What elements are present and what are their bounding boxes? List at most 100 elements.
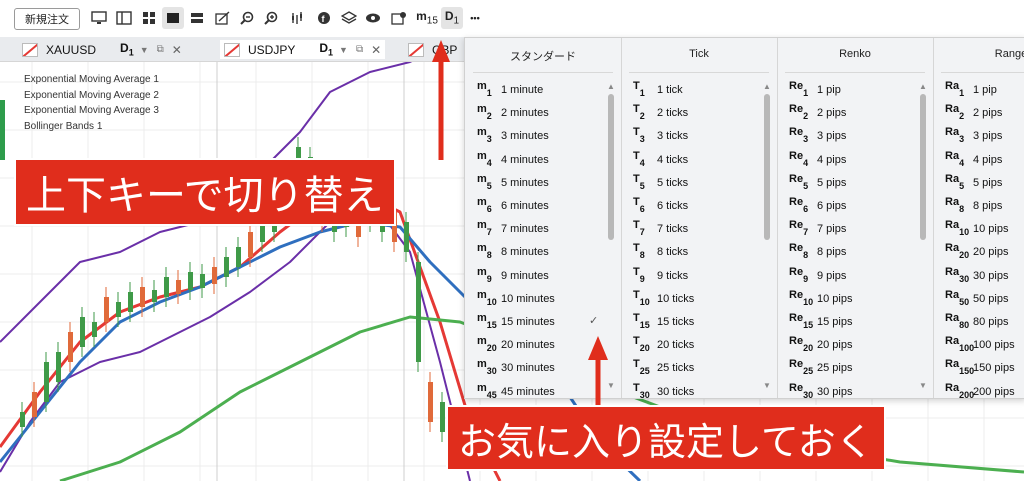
settings-icon[interactable] <box>388 7 410 29</box>
scroll-down-icon[interactable]: ▼ <box>763 381 771 390</box>
timeframe-option[interactable]: Ra80 80 pips <box>945 312 1008 332</box>
timeframe-option[interactable]: Ra150 150 pips <box>945 358 1015 378</box>
scroll-up-icon[interactable]: ▲ <box>919 82 927 91</box>
timeframe-option[interactable]: T3 3 ticks <box>633 126 688 146</box>
timeframe-option[interactable]: T8 8 ticks <box>633 242 688 262</box>
timeframe-option[interactable]: Re6 6 pips <box>789 196 846 216</box>
timeframe-option[interactable]: m3 3 minutes <box>477 126 549 146</box>
tab-usdjpy[interactable]: USDJPY D1 ▼ ⧉ ✕ <box>220 40 386 59</box>
timeframe-option[interactable]: Ra200 200 pips <box>945 382 1015 399</box>
timeframe-option[interactable]: Ra10 10 pips <box>945 219 1008 239</box>
timeframe-option[interactable]: Ra30 30 pips <box>945 266 1008 286</box>
timeframe-option[interactable]: Ra100 100 pips <box>945 335 1015 355</box>
popout-icon[interactable]: ⧉ <box>157 44 164 55</box>
timeframe-option[interactable]: m45 45 minutes <box>477 382 555 399</box>
popout-icon[interactable]: ⧉ <box>356 44 363 55</box>
indicator-ema-1[interactable]: Exponential Moving Average 1 <box>24 72 159 88</box>
timeframe-option[interactable]: m15 15 minutes <box>477 312 555 332</box>
timeframe-option[interactable]: Ra5 5 pips <box>945 173 1002 193</box>
grid-icon[interactable] <box>138 7 160 29</box>
indicator-ema-2[interactable]: Exponential Moving Average 2 <box>24 88 159 104</box>
timeframe-option[interactable]: Ra50 50 pips <box>945 289 1008 309</box>
timeframe-option[interactable]: Re30 30 pips <box>789 382 852 399</box>
more-button[interactable]: ••• <box>464 7 486 29</box>
scrollbar-thumb[interactable] <box>608 94 614 240</box>
indicator-bollinger[interactable]: Bollinger Bands 1 <box>24 119 159 135</box>
timeframe-option[interactable]: Re7 7 pips <box>789 219 846 239</box>
timeframe-option[interactable]: Ra4 4 pips <box>945 150 1002 170</box>
timeframe-option[interactable]: Re2 2 pips <box>789 103 846 123</box>
timeframe-option[interactable]: T15 15 ticks <box>633 312 694 332</box>
timeframe-option[interactable]: Ra3 3 pips <box>945 126 1002 146</box>
timeframe-option[interactable]: Re20 20 pips <box>789 335 852 355</box>
timeframe-option[interactable]: T5 5 ticks <box>633 173 688 193</box>
tab-xauusd[interactable]: XAUUSD D1 ▼ ⧉ ✕ <box>22 40 182 59</box>
timeframe-option[interactable]: m10 10 minutes <box>477 289 555 309</box>
indicators-icon[interactable] <box>287 7 309 29</box>
timeframe-option[interactable]: Ra2 2 pips <box>945 103 1002 123</box>
scroll-down-icon[interactable]: ▼ <box>919 381 927 390</box>
split-chart-icon[interactable] <box>186 7 208 29</box>
tab-timeframe[interactable]: D1 <box>120 41 134 57</box>
timeframe-option[interactable]: T7 7 ticks <box>633 219 688 239</box>
timeframe-option[interactable]: Re9 9 pips <box>789 266 846 286</box>
tab-timeframe[interactable]: D1 <box>319 41 333 57</box>
timeframe-option[interactable]: m8 8 minutes <box>477 242 549 262</box>
timeframe-option[interactable]: Re25 25 pips <box>789 358 852 378</box>
timeframe-option[interactable]: m9 9 minutes <box>477 266 549 286</box>
timeframe-option[interactable]: T30 30 ticks <box>633 382 694 399</box>
timeframe-option[interactable]: m30 30 minutes <box>477 358 555 378</box>
timeframe-option[interactable]: Re4 4 pips <box>789 150 846 170</box>
chevron-down-icon[interactable]: ▼ <box>339 45 348 55</box>
timeframe-option[interactable]: Re3 3 pips <box>789 126 846 146</box>
timeframe-option[interactable]: Re1 1 pip <box>789 80 841 100</box>
timeframe-option[interactable]: m5 5 minutes <box>477 173 549 193</box>
scrollbar-thumb[interactable] <box>920 94 926 240</box>
timeframe-option[interactable]: m7 7 minutes <box>477 219 549 239</box>
monitor-icon[interactable] <box>88 7 110 29</box>
scroll-down-icon[interactable]: ▼ <box>607 381 615 390</box>
timeframe-option[interactable]: T2 2 ticks <box>633 103 688 123</box>
timeframe-option[interactable]: Re10 10 pips <box>789 289 852 309</box>
single-chart-icon[interactable] <box>162 7 184 29</box>
timeframe-option[interactable]: T1 1 tick <box>633 80 683 100</box>
timeframe-option[interactable]: Ra8 8 pips <box>945 196 1002 216</box>
timeframe-option[interactable]: Re15 15 pips <box>789 312 852 332</box>
timeframe-option[interactable]: m2 2 minutes <box>477 103 549 123</box>
new-order-button[interactable]: 新規注文 <box>14 8 80 30</box>
timeframe-option[interactable]: m1 1 minute <box>477 80 543 100</box>
timeframe-m15-button[interactable]: m15 <box>416 7 438 29</box>
scroll-up-icon[interactable]: ▲ <box>607 82 615 91</box>
timeframe-option[interactable]: Ra20 20 pips <box>945 242 1008 262</box>
timeframe-option[interactable]: T10 10 ticks <box>633 289 694 309</box>
timeframe-option[interactable]: T6 6 ticks <box>633 196 688 216</box>
timeframe-option[interactable]: T4 4 ticks <box>633 150 688 170</box>
timeframe-option-icon: Re7 <box>789 219 817 237</box>
close-icon[interactable]: ✕ <box>172 43 182 57</box>
timeframe-option[interactable]: T25 25 ticks <box>633 358 694 378</box>
timeframe-option[interactable]: Ra1 1 pip <box>945 80 997 100</box>
eye-icon[interactable] <box>362 7 384 29</box>
zoom-out-icon[interactable] <box>236 7 258 29</box>
chevron-down-icon[interactable]: ▼ <box>140 45 149 55</box>
timeframe-option[interactable]: T9 9 ticks <box>633 266 688 286</box>
drawing-icon[interactable] <box>212 7 234 29</box>
layers-icon[interactable] <box>338 7 360 29</box>
scrollbar-thumb[interactable] <box>764 94 770 240</box>
timeframe-d1-button[interactable]: D1 <box>441 7 463 29</box>
candle-body <box>44 362 49 402</box>
tab-gbp[interactable]: GBP <box>408 40 457 59</box>
timeframe-option[interactable]: T20 20 ticks <box>633 335 694 355</box>
timeframe-option[interactable]: Re8 8 pips <box>789 242 846 262</box>
indicator-ema-3[interactable]: Exponential Moving Average 3 <box>24 103 159 119</box>
option-type-letter: m <box>477 79 487 92</box>
zoom-in-icon[interactable] <box>260 7 282 29</box>
timeframe-option[interactable]: m4 4 minutes <box>477 150 549 170</box>
timeframe-option[interactable]: m20 20 minutes <box>477 335 555 355</box>
panel-icon[interactable] <box>113 7 135 29</box>
timeframe-option[interactable]: m6 6 minutes <box>477 196 549 216</box>
trading-icon[interactable]: f <box>313 7 335 29</box>
close-icon[interactable]: ✕ <box>371 43 381 57</box>
timeframe-option[interactable]: Re5 5 pips <box>789 173 846 193</box>
scroll-up-icon[interactable]: ▲ <box>763 82 771 91</box>
